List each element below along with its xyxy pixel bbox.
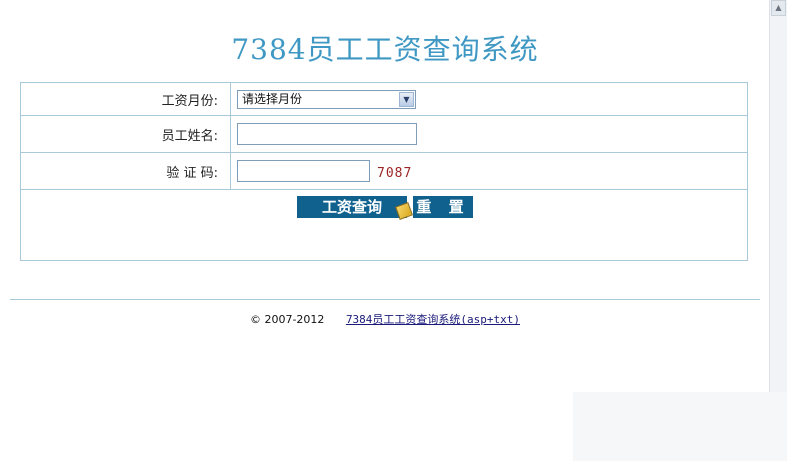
name-row: 员工姓名: [21,116,747,153]
name-field-area [237,116,417,152]
month-label: 工资月份: [21,83,231,115]
background-panel [573,392,787,461]
query-button-label: 工资查询 [321,198,382,216]
captcha-label: 验 证 码: [21,153,231,189]
captcha-row: 验 证 码: 7087 [21,153,747,190]
pencil-icon [395,202,413,220]
page-title: 7384员工工资查询系统 [231,33,539,66]
scroll-up-icon[interactable]: ▲ [771,0,786,16]
month-select-value: 请选择月份 [242,91,303,106]
employee-name-input[interactable] [237,123,417,145]
captcha-field-area: 7087 [237,153,412,189]
button-row: 工资查询 重 置 [21,190,747,260]
month-row: 工资月份: 请选择月份 ▼ [21,83,747,116]
chevron-down-icon[interactable]: ▼ [399,91,414,107]
copyright-text: © 2007-2012 [249,313,325,326]
month-field-area: 请选择月份 ▼ [237,83,416,115]
reset-button[interactable]: 重 置 [413,196,473,218]
footer-divider [10,299,760,300]
footer-link[interactable]: 7384员工工资查询系统(asp+txt) [346,313,520,326]
captcha-input[interactable] [237,160,370,182]
month-select[interactable]: 请选择月份 ▼ [237,89,416,109]
footer: © 2007-2012 7384员工工资查询系统(asp+txt) [0,311,770,327]
query-form: 工资月份: 请选择月份 ▼ 员工姓名: 验 证 码: 7087 工资查询 重 置 [20,82,748,261]
captcha-image[interactable]: 7087 [377,166,412,181]
query-button[interactable]: 工资查询 [297,196,413,220]
name-label: 员工姓名: [21,116,231,152]
